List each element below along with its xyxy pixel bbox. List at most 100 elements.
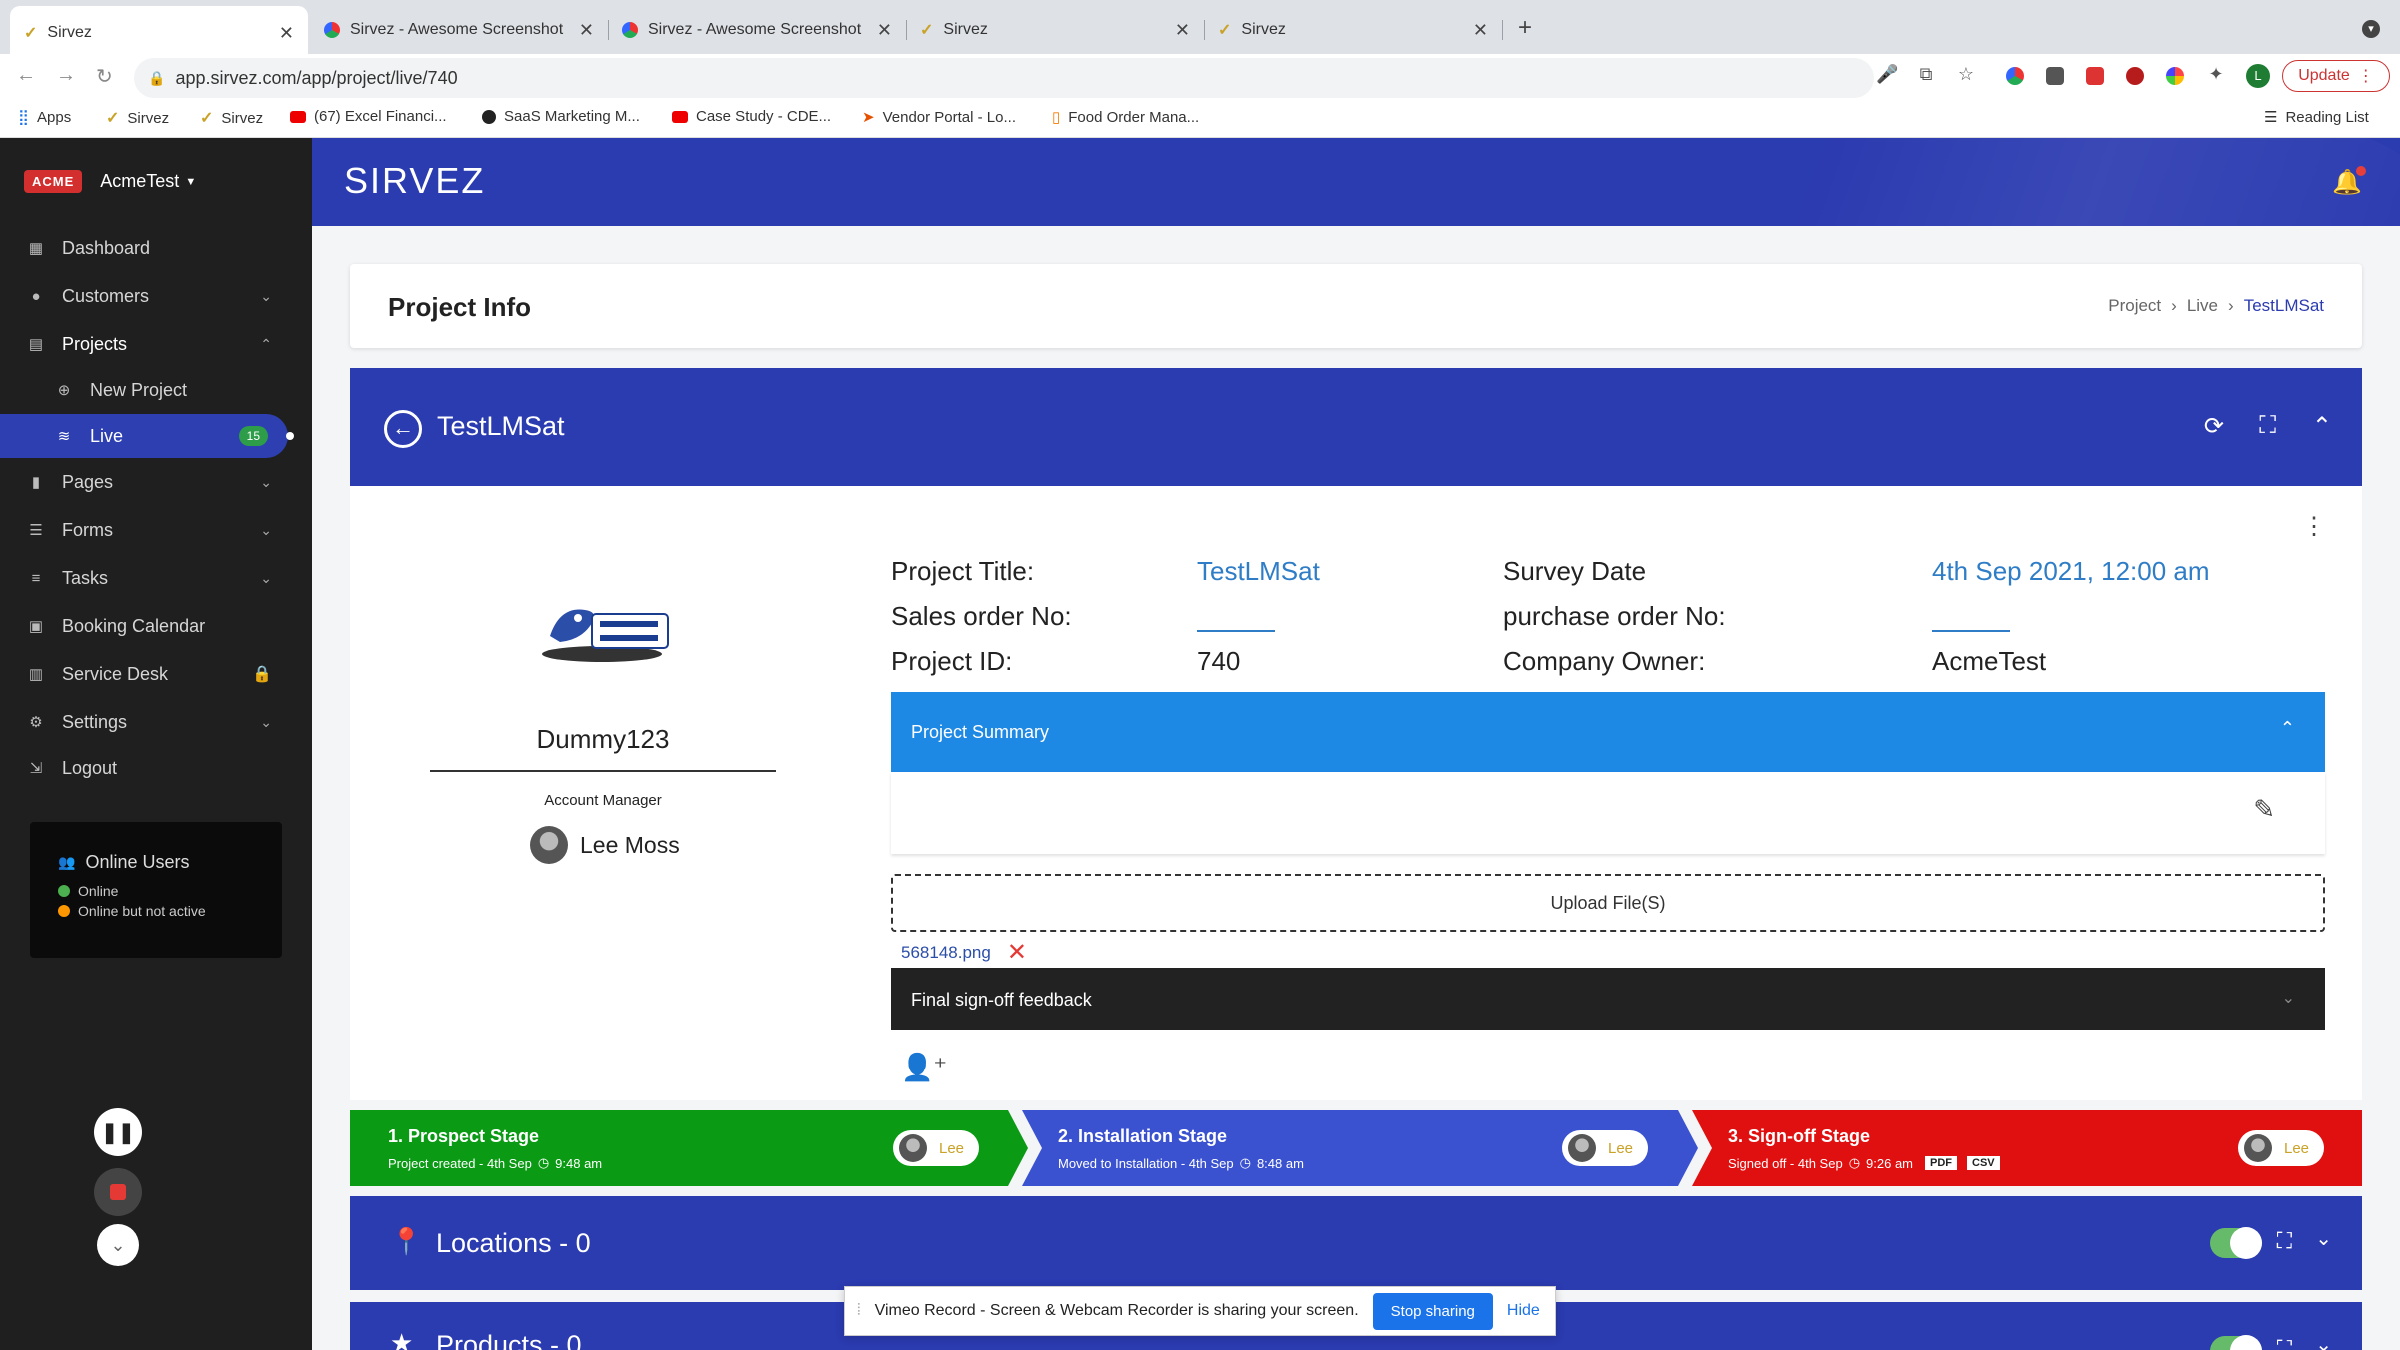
customer-name: Dummy123 — [536, 724, 670, 754]
breadcrumb-project[interactable]: Project — [2108, 296, 2161, 316]
csv-download-tag[interactable]: CSV — [1967, 1156, 2000, 1170]
bookmark-item[interactable]: ✓ Sirvez — [200, 108, 263, 128]
forward-icon[interactable]: → — [56, 64, 76, 87]
sidebar-item-booking-calendar[interactable]: ▣ Booking Calendar — [0, 604, 312, 648]
chevron-up-icon[interactable]: ⌃ — [2312, 412, 2332, 441]
account-switcher[interactable]: ACME AcmeTest ▼ — [24, 170, 196, 193]
project-title-value[interactable]: TestLMSat — [1197, 556, 1320, 587]
extension-icon[interactable] — [2046, 67, 2064, 85]
extension-icon[interactable] — [2006, 67, 2024, 85]
browser-tab[interactable]: ✓ Sirvez ✕ — [10, 6, 308, 60]
pdf-download-tag[interactable]: PDF — [1925, 1156, 1958, 1170]
bookmark-item[interactable]: ▯ Food Order Mana... — [1052, 108, 1199, 127]
sidebar-item-forms[interactable]: ☰ Forms ⌄ — [0, 508, 312, 552]
sidebar-item-pages[interactable]: ▮ Pages ⌄ — [0, 460, 312, 504]
notification-bell-icon[interactable]: 🔔 — [2332, 168, 2362, 197]
stop-recording-button[interactable] — [94, 1168, 142, 1216]
final-signoff-header[interactable]: Final sign-off feedback ⌄ — [891, 968, 2325, 1030]
chevron-right-icon: › — [2228, 296, 2234, 315]
bookmark-apps[interactable]: ⣿ Apps — [18, 108, 71, 127]
open-external-icon[interactable]: ⧉ — [1916, 64, 1936, 84]
refresh-icon[interactable]: ⟳ — [2204, 412, 2224, 441]
bookmark-star-icon[interactable]: ☆ — [1956, 64, 1976, 84]
stage-prospect[interactable]: 1. Prospect Stage Project created - 4th … — [350, 1110, 1010, 1186]
edit-pencil-icon[interactable]: ✎ — [2253, 794, 2275, 825]
hide-button[interactable]: Hide — [1507, 1302, 1540, 1320]
sidebar-item-settings[interactable]: ⚙ Settings ⌄ — [0, 700, 312, 744]
address-bar[interactable]: 🔒 app.sirvez.com/app/project/live/740 — [134, 58, 1874, 98]
drag-handle-icon[interactable]: ⦙ — [857, 1302, 861, 1320]
more-vert-icon[interactable]: ⋮ — [2302, 512, 2326, 541]
bookmark-item[interactable]: ✓ Sirvez — [106, 108, 169, 128]
back-icon[interactable]: ← — [16, 64, 36, 87]
profile-avatar[interactable]: L — [2246, 64, 2270, 88]
stop-sharing-button[interactable]: Stop sharing — [1372, 1292, 1493, 1330]
breadcrumb-live[interactable]: Live — [2187, 296, 2218, 316]
stage-detail: Signed off - 4th Sep — [1728, 1155, 1843, 1171]
remove-file-icon[interactable]: ✕ — [1007, 938, 1027, 967]
stage-user-chip[interactable]: Lee — [1562, 1130, 1648, 1166]
close-icon[interactable]: ✕ — [279, 23, 294, 44]
extension-icon[interactable] — [2166, 67, 2184, 85]
project-summary-header[interactable]: Project Summary ⌃ — [891, 692, 2325, 772]
service-desk-icon: ▥ — [28, 666, 44, 683]
bookmark-item[interactable]: Case Study - CDE... — [672, 108, 831, 125]
close-icon[interactable]: ✕ — [877, 20, 892, 41]
stage-user-chip[interactable]: Lee — [2238, 1130, 2324, 1166]
fullscreen-icon[interactable]: ⛶ — [2277, 1228, 2292, 1254]
purchase-order-field[interactable] — [1932, 630, 2010, 632]
locations-section-header[interactable]: 📍 Locations - 0 ⛶ ⌄ — [350, 1196, 2362, 1290]
sidebar-item-service-desk[interactable]: ▥ Service Desk 🔒 — [0, 652, 312, 696]
survey-date-value[interactable]: 4th Sep 2021, 12:00 am — [1932, 556, 2210, 587]
stage-signoff[interactable]: 3. Sign-off Stage Signed off - 4th Sep ◷ 9… — [1690, 1110, 2362, 1186]
reload-icon[interactable]: ↻ — [96, 64, 113, 89]
awesome-screenshot-favicon-icon — [622, 22, 638, 38]
tab-search-icon[interactable]: ▾ — [2362, 20, 2380, 38]
close-icon[interactable]: ✕ — [1175, 20, 1190, 41]
browser-tab[interactable]: Sirvez - Awesome Screenshot ✕ — [310, 8, 609, 52]
sidebar-item-logout[interactable]: ⇲ Logout — [0, 746, 312, 790]
bookmark-item[interactable]: SaaS Marketing M... — [482, 108, 640, 125]
fullscreen-icon[interactable]: ⛶ — [2259, 412, 2276, 440]
close-icon[interactable]: ✕ — [579, 20, 594, 41]
sidebar-item-projects[interactable]: ▤ Projects ⌃ — [0, 322, 312, 366]
sidebar-item-live[interactable]: ≋ Live 15 — [0, 414, 312, 458]
pages-icon: ▮ — [31, 474, 41, 491]
sidebar-item-customers[interactable]: ● Customers ⌄ — [0, 274, 312, 318]
extension-icon[interactable] — [2126, 67, 2144, 85]
sales-order-field[interactable] — [1197, 630, 1275, 632]
collapse-recorder-button[interactable]: ⌄ — [97, 1224, 139, 1266]
sidebar: ACME AcmeTest ▼ ▦ Dashboard ● Customers ⌄ ▤ P… — [0, 138, 312, 1350]
stage-installation[interactable]: 2. Installation Stage Moved to Installat… — [1020, 1110, 1680, 1186]
browser-tab[interactable]: ✓ Sirvez ✕ — [1204, 8, 1503, 52]
reading-list[interactable]: ☰ Reading List — [2264, 108, 2369, 127]
bookmark-item[interactable]: ➤ Vendor Portal - Lo... — [862, 108, 1016, 127]
locations-toggle[interactable] — [2210, 1227, 2262, 1259]
back-arrow-icon[interactable]: ← — [384, 410, 422, 448]
chevron-down-icon[interactable]: ⌄ — [2315, 1332, 2332, 1350]
microphone-icon[interactable]: 🎤 — [1876, 64, 1898, 84]
browser-tab[interactable]: Sirvez - Awesome Screenshot ✕ — [608, 8, 907, 52]
chevron-down-icon: ⌄ — [260, 473, 272, 490]
chevron-down-icon[interactable]: ⌄ — [2315, 1226, 2332, 1251]
browser-tab[interactable]: ✓ Sirvez ✕ — [906, 8, 1205, 52]
upload-files-dropzone[interactable]: Upload File(S) — [891, 874, 2325, 932]
file-name[interactable]: 568148.png — [901, 943, 991, 963]
add-user-icon[interactable]: 👤⁺ — [901, 1052, 947, 1083]
fullscreen-icon[interactable]: ⛶ — [2277, 1336, 2292, 1350]
sirvez-logo[interactable]: SIRVEZ — [344, 160, 485, 202]
extensions-puzzle-icon[interactable]: ✦ — [2206, 64, 2226, 84]
stage-user-chip[interactable]: Lee — [893, 1130, 979, 1166]
extension-icon[interactable] — [2086, 67, 2104, 85]
sidebar-item-new-project[interactable]: ⊕ New Project — [0, 368, 312, 412]
new-tab-icon[interactable]: + — [1518, 14, 1532, 42]
sidebar-item-tasks[interactable]: ≡ Tasks ⌄ — [0, 556, 312, 600]
pause-recording-button[interactable]: ❚❚ — [94, 1108, 142, 1156]
update-button[interactable]: Update ⋮ — [2282, 60, 2390, 92]
avatar — [1568, 1134, 1596, 1162]
chevron-up-icon: ⌃ — [260, 335, 272, 352]
products-toggle[interactable] — [2210, 1335, 2262, 1350]
bookmark-item[interactable]: (67) Excel Financi... — [290, 108, 447, 125]
sidebar-item-dashboard[interactable]: ▦ Dashboard — [0, 226, 312, 270]
close-icon[interactable]: ✕ — [1473, 20, 1488, 41]
